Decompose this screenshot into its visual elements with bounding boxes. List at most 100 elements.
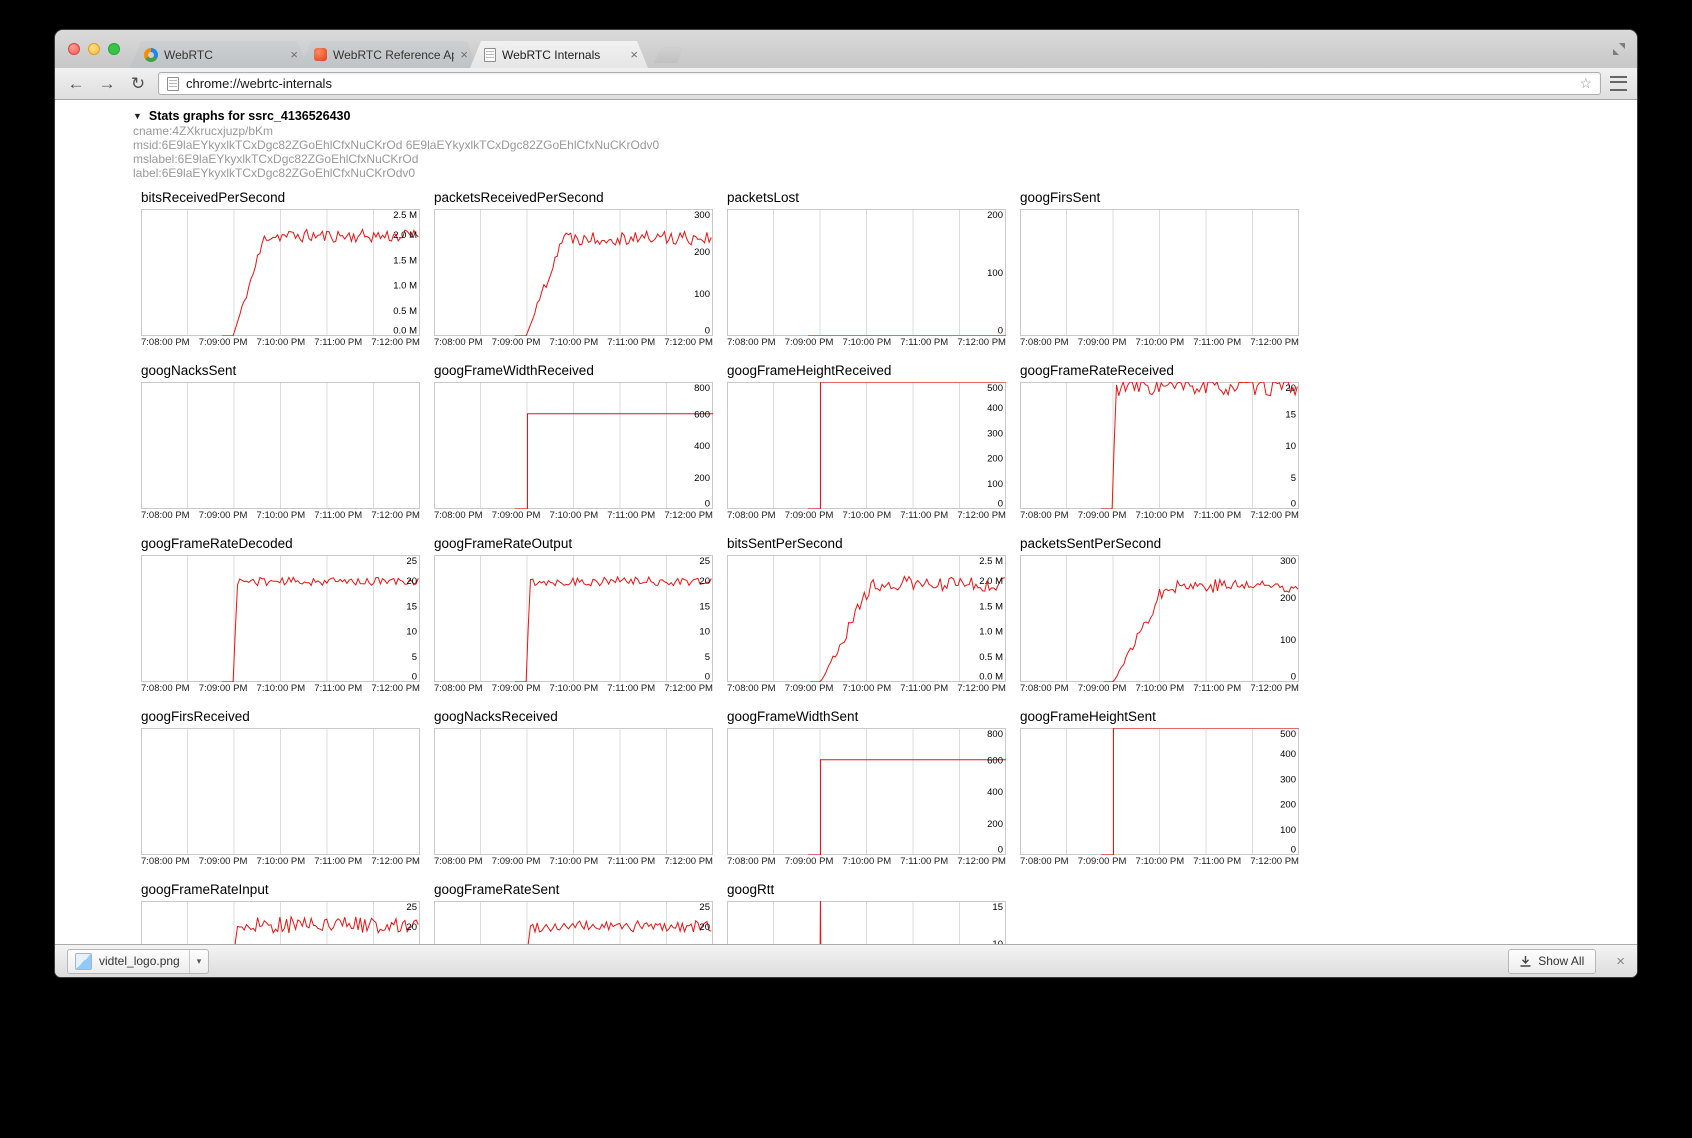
chart-title: googFrameHeightSent xyxy=(1020,709,1299,725)
chart-plot: 2520151050 xyxy=(434,555,713,682)
download-bar-close-icon[interactable]: × xyxy=(1616,954,1625,969)
stat-chart-googFrameWidthReceived: googFrameWidthReceived80060040020007:08:… xyxy=(434,363,713,521)
x-axis-tick-label: 7:10:00 PM xyxy=(550,337,599,348)
stat-chart-googFrameWidthSent: googFrameWidthSent80060040020007:08:00 P… xyxy=(727,709,1006,867)
chart-title: googFrameRateInput xyxy=(141,882,420,898)
chart-plot: 3002001000 xyxy=(434,209,713,336)
y-axis-tick-label: 1.5 M xyxy=(393,255,417,266)
stat-chart-googFrameRateOutput: googFrameRateOutput25201510507:08:00 PM7… xyxy=(434,536,713,694)
tab-close-icon[interactable]: × xyxy=(290,48,298,61)
x-axis-tick-label: 7:08:00 PM xyxy=(141,510,190,521)
y-axis-tick-label: 0 xyxy=(412,672,417,683)
chart-x-axis-labels: 7:08:00 PM7:09:00 PM7:10:00 PM7:11:00 PM… xyxy=(1020,856,1299,867)
y-axis-tick-label: 500 xyxy=(1280,729,1296,740)
y-axis-tick-label: 800 xyxy=(987,729,1003,740)
y-axis-tick-label: 0 xyxy=(705,326,710,337)
y-axis-tick-label: 200 xyxy=(987,210,1003,221)
collapse-triangle-icon[interactable]: ▼ xyxy=(133,108,142,124)
y-axis-tick-label: 25 xyxy=(699,902,710,913)
chart-x-axis-labels: 7:08:00 PM7:09:00 PM7:10:00 PM7:11:00 PM… xyxy=(727,510,1006,521)
chart-plot xyxy=(141,382,420,509)
browser-window: WebRTC × WebRTC Reference App × WebRTC I… xyxy=(55,30,1637,977)
tab-webrtc-reference-app[interactable]: WebRTC Reference App × xyxy=(300,41,478,68)
x-axis-tick-label: 7:08:00 PM xyxy=(1020,510,1069,521)
address-bar[interactable]: chrome://webrtc-internals ☆ xyxy=(158,72,1601,95)
x-axis-tick-label: 7:12:00 PM xyxy=(371,856,420,867)
x-axis-tick-label: 7:08:00 PM xyxy=(141,683,190,694)
chart-x-axis-labels: 7:08:00 PM7:09:00 PM7:10:00 PM7:11:00 PM… xyxy=(434,337,713,348)
y-axis-tick-label: 20 xyxy=(406,922,417,933)
show-all-button[interactable]: Show All xyxy=(1508,949,1596,974)
y-axis-tick-label: 400 xyxy=(987,787,1003,798)
chart-x-axis-labels: 7:08:00 PM7:09:00 PM7:10:00 PM7:11:00 PM… xyxy=(727,683,1006,694)
new-tab-button[interactable] xyxy=(654,47,684,63)
x-axis-tick-label: 7:11:00 PM xyxy=(1193,337,1241,348)
back-button[interactable]: ← xyxy=(65,74,87,94)
tab-title: WebRTC Internals xyxy=(502,48,624,62)
minimize-window-button[interactable] xyxy=(88,43,100,55)
chart-title: googNacksReceived xyxy=(434,709,713,725)
chart-title: packetsSentPerSecond xyxy=(1020,536,1299,552)
reload-button[interactable]: ↻ xyxy=(127,74,149,94)
y-axis-tick-label: 0.0 M xyxy=(979,672,1003,683)
page-favicon-icon xyxy=(167,77,179,91)
x-axis-tick-label: 7:12:00 PM xyxy=(664,683,713,694)
stat-chart-googFrameHeightSent: googFrameHeightSent50040030020010007:08:… xyxy=(1020,709,1299,867)
y-axis-tick-label: 0 xyxy=(1291,845,1296,856)
x-axis-tick-label: 7:10:00 PM xyxy=(550,856,599,867)
url-text[interactable]: chrome://webrtc-internals xyxy=(186,76,1572,91)
charts-grid: bitsReceivedPerSecond2.5 M2.0 M1.5 M1.0 … xyxy=(141,190,1637,944)
download-item[interactable]: vidtel_logo.png ▾ xyxy=(67,949,209,974)
x-axis-tick-label: 7:08:00 PM xyxy=(434,510,483,521)
y-axis-tick-label: 15 xyxy=(1285,409,1296,420)
chart-plot xyxy=(1020,209,1299,336)
y-axis-tick-label: 5 xyxy=(1291,473,1296,484)
chart-title: packetsReceivedPerSecond xyxy=(434,190,713,206)
y-axis-tick-label: 600 xyxy=(694,409,710,420)
x-axis-tick-label: 7:08:00 PM xyxy=(727,683,776,694)
desktop-background: { "window": { "tabs": [ {"title": "WebRT… xyxy=(0,0,1692,1138)
x-axis-tick-label: 7:08:00 PM xyxy=(141,337,190,348)
page-favicon-icon xyxy=(484,48,496,62)
stats-graphs-heading[interactable]: ▼ Stats graphs for ssrc_4136526430 xyxy=(133,108,1637,124)
y-axis-tick-label: 0.0 M xyxy=(393,326,417,337)
download-bar-right: Show All × xyxy=(1508,949,1625,974)
show-all-label: Show All xyxy=(1538,954,1584,968)
zoom-window-button[interactable] xyxy=(108,43,120,55)
chart-x-axis-labels: 7:08:00 PM7:09:00 PM7:10:00 PM7:11:00 PM… xyxy=(141,683,420,694)
chart-title: bitsReceivedPerSecond xyxy=(141,190,420,206)
x-axis-tick-label: 7:12:00 PM xyxy=(371,510,420,521)
tab-webrtc-internals[interactable]: WebRTC Internals × xyxy=(470,41,648,68)
tab-webrtc[interactable]: WebRTC × xyxy=(130,41,308,68)
y-axis-tick-label: 1.0 M xyxy=(393,281,417,292)
fullscreen-icon[interactable] xyxy=(1613,43,1625,55)
x-axis-tick-label: 7:09:00 PM xyxy=(1078,337,1127,348)
x-axis-tick-label: 7:10:00 PM xyxy=(1136,510,1185,521)
tabs: WebRTC × WebRTC Reference App × WebRTC I… xyxy=(130,41,684,68)
x-axis-tick-label: 7:09:00 PM xyxy=(785,337,834,348)
x-axis-tick-label: 7:12:00 PM xyxy=(1250,337,1299,348)
chart-plot: 2001000 xyxy=(727,209,1006,336)
y-axis-tick-label: 20 xyxy=(699,576,710,587)
x-axis-tick-label: 7:08:00 PM xyxy=(434,683,483,694)
x-axis-tick-label: 7:12:00 PM xyxy=(371,683,420,694)
y-axis-tick-label: 10 xyxy=(992,939,1003,944)
stat-chart-bitsSentPerSecond: bitsSentPerSecond2.5 M2.0 M1.5 M1.0 M0.5… xyxy=(727,536,1006,694)
y-axis-tick-label: 600 xyxy=(987,755,1003,766)
msid-text: msid:6E9laEYkyxlkTCxDgc82ZGoEhlCfxNuCKrO… xyxy=(133,138,1637,152)
x-axis-tick-label: 7:11:00 PM xyxy=(314,856,362,867)
bookmark-star-icon[interactable]: ☆ xyxy=(1579,75,1592,92)
x-axis-tick-label: 7:11:00 PM xyxy=(900,856,948,867)
y-axis-tick-label: 800 xyxy=(694,383,710,394)
stat-chart-bitsReceivedPerSecond: bitsReceivedPerSecond2.5 M2.0 M1.5 M1.0 … xyxy=(141,190,420,348)
tab-close-icon[interactable]: × xyxy=(460,48,468,61)
download-dropdown-caret-icon[interactable]: ▾ xyxy=(189,950,202,973)
tab-close-icon[interactable]: × xyxy=(630,48,638,61)
chart-plot xyxy=(434,728,713,855)
forward-button[interactable]: → xyxy=(96,74,118,94)
menu-button[interactable] xyxy=(1610,76,1627,91)
x-axis-tick-label: 7:12:00 PM xyxy=(1250,683,1299,694)
close-window-button[interactable] xyxy=(68,43,80,55)
stat-chart-googFrameRateReceived: googFrameRateReceived201510507:08:00 PM7… xyxy=(1020,363,1299,521)
x-axis-tick-label: 7:10:00 PM xyxy=(550,683,599,694)
